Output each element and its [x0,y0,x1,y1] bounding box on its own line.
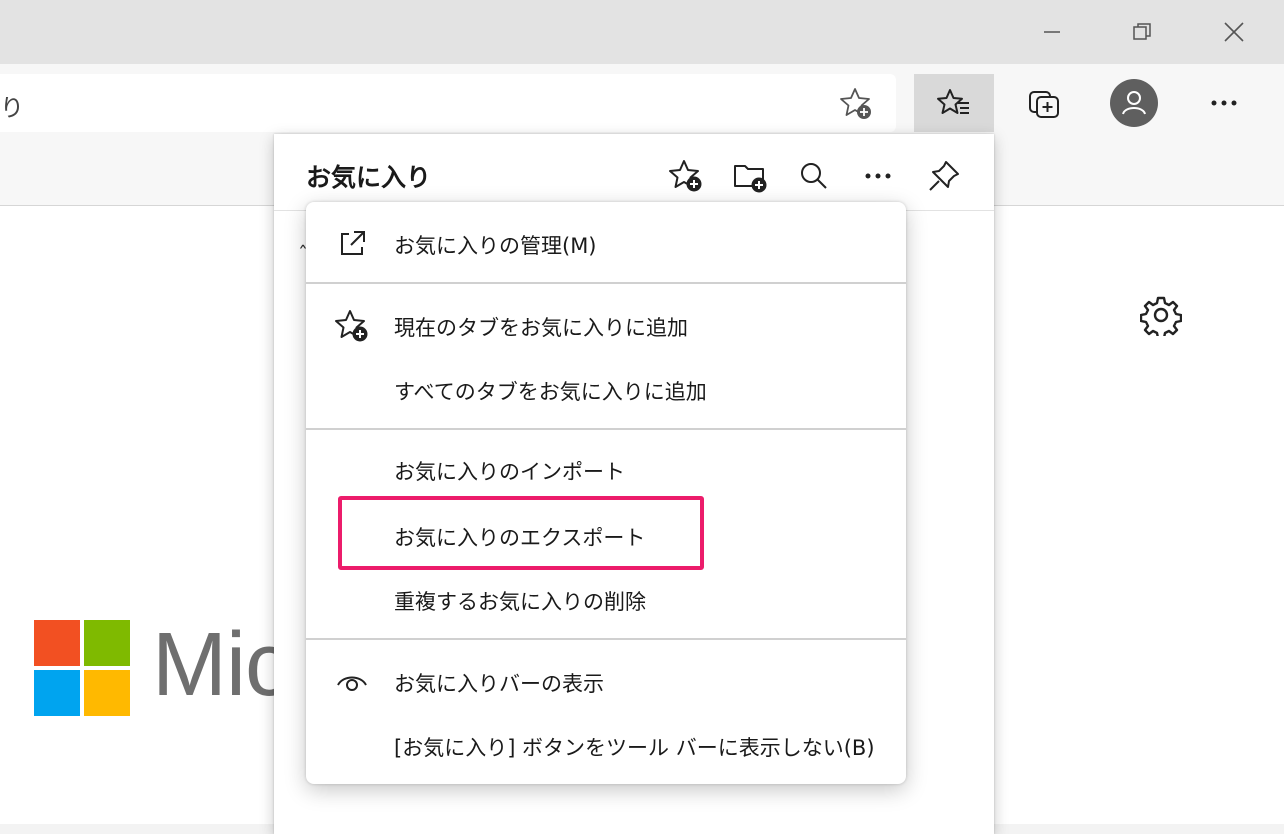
address-bar[interactable]: り [0,74,896,132]
add-folder-button[interactable] [728,154,772,198]
restore-button[interactable] [1098,0,1186,64]
menu-item-label: お気に入りのインポート [394,460,625,484]
eye-icon [334,664,370,700]
pin-panel-button[interactable] [922,154,966,198]
brand-text: Mic [152,615,290,715]
microsoft-logo [34,620,130,716]
logo-blue-square [34,670,80,716]
star-add-icon [840,88,871,119]
profile-button[interactable] [1094,74,1174,132]
logo-red-square [34,620,80,666]
menu-item-add-current-tab[interactable]: 現在のタブをお気に入りに追加 [306,298,906,354]
address-text: り [0,94,24,122]
menu-item-remove-duplicates[interactable]: 重複するお気に入りの削除 [306,572,906,628]
menu-item-show-favorites-bar[interactable]: お気に入りバーの表示 [306,654,906,710]
menu-item-label: お気に入りバーの表示 [394,672,604,696]
minimize-icon [1044,31,1060,33]
more-icon [1211,100,1237,106]
menu-item-hide-button[interactable]: [お気に入り] ボタンをツール バーに表示しない(B) [306,718,906,774]
menu-separator [306,282,906,284]
settings-more-button[interactable] [1184,74,1264,132]
minimize-button[interactable] [1008,0,1096,64]
collections-button[interactable] [1004,74,1084,132]
title-bar [0,0,1284,64]
pin-icon [929,161,959,191]
panel-more-button[interactable] [856,154,900,198]
menu-item-add-all-tabs[interactable]: すべてのタブをお気に入りに追加 [306,362,906,418]
menu-separator [306,428,906,430]
favorites-more-menu: お気に入りの管理(M) 現在のタブをお気に入りに追加 すべてのタブをお気に入りに… [306,202,906,784]
page-settings-button[interactable] [1139,294,1183,340]
search-icon [801,163,827,189]
collections-icon [1029,91,1059,118]
panel-add-favorite-button[interactable] [664,154,708,198]
more-icon [865,173,891,179]
favorites-button[interactable] [914,74,994,132]
star-add-icon [334,308,370,344]
menu-item-label: すべてのタブをお気に入りに追加 [394,380,707,404]
close-icon [1224,22,1244,42]
browser-toolbar: り [0,64,1284,142]
open-external-icon [334,226,370,262]
menu-item-label: お気に入りの管理(M) [394,234,597,258]
favorites-panel-title: お気に入り [306,163,432,192]
logo-yellow-square [84,670,130,716]
menu-item-import[interactable]: お気に入りのインポート [306,442,906,498]
search-favorites-button[interactable] [792,154,836,198]
close-button[interactable] [1190,0,1278,64]
menu-item-label: 現在のタブをお気に入りに追加 [394,316,688,340]
restore-icon [1133,23,1151,40]
favorites-list-icon [937,89,969,114]
menu-item-label: 重複するお気に入りの削除 [394,590,646,614]
logo-green-square [84,620,130,666]
menu-item-label: [お気に入り] ボタンをツール バーに表示しない(B) [394,736,875,760]
add-favorite-button[interactable] [836,84,876,124]
profile-icon [1110,79,1158,127]
menu-item-manage[interactable]: お気に入りの管理(M) [306,216,906,272]
menu-separator [306,638,906,640]
gear-icon [1139,296,1183,340]
folder-add-icon [734,165,767,193]
star-add-icon [669,160,702,192]
highlight-annotation-box [338,496,704,570]
